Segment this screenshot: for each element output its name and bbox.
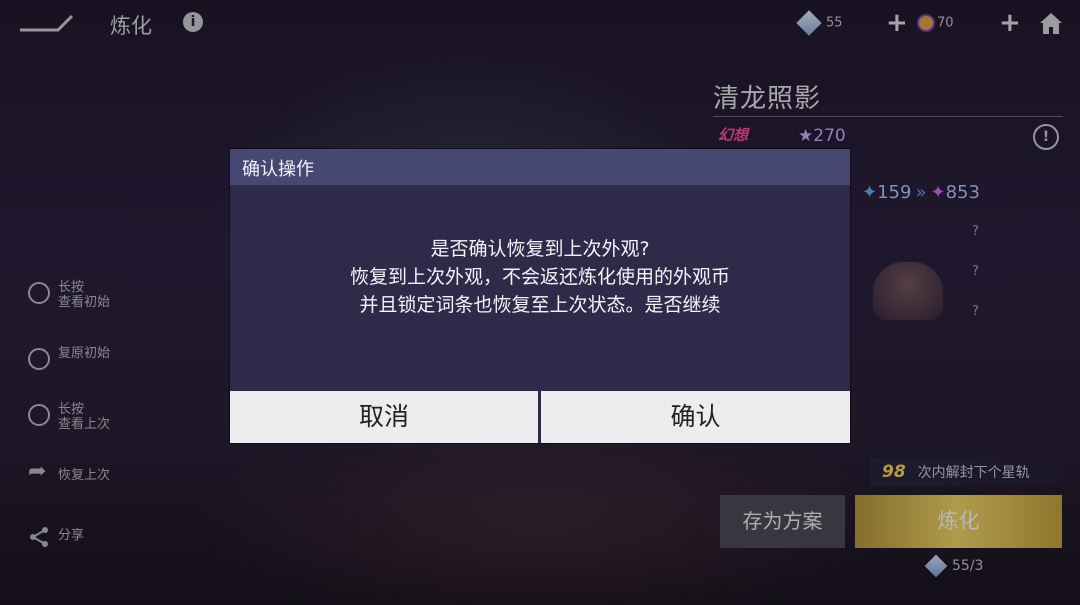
add-currency2-button[interactable]: + [999,8,1021,38]
divider [713,116,1063,117]
confirm-button[interactable]: 确认 [541,391,850,443]
dialog-message: 是否确认恢复到上次外观? 恢复到上次外观，不会返还炼化使用的外观币 并且锁定词条… [230,235,850,319]
star-coin-icon [917,14,935,32]
unknown-mark: ? [972,264,979,279]
item-name: 清龙照影 [713,84,822,114]
refine-button[interactable]: 炼化 [855,495,1062,548]
side-label: 长按 查看初始 [58,280,111,310]
rewind-icon [28,404,50,426]
unlock-progress: 98 次内解封下个星轨 [870,458,1062,486]
message-line: 恢复到上次外观，不会返还炼化使用的外观币 [349,266,730,288]
star-progress: ✦159» ✦853 [862,182,980,203]
unknown-mark: ? [972,224,979,239]
star-icon: ✦ [930,182,946,203]
dialog-title: 确认操作 [242,159,314,180]
feather-icon [924,554,948,578]
cancel-button[interactable]: 取消 [230,391,538,443]
undo-icon: ➦ [28,459,47,484]
back-icon[interactable] [18,12,78,34]
add-currency1-button[interactable]: + [886,8,908,38]
arrow-icon: » [915,182,927,203]
rewind-icon [28,282,50,304]
game-logo: 幻想 [718,126,749,144]
side-label: 分享 [58,528,85,543]
side-label: 复原初始 [58,346,111,361]
feather-icon [796,10,822,36]
save-scheme-button[interactable]: 存为方案 [720,495,845,548]
side-label: 长按 查看上次 [58,402,111,432]
dialog-header: 确认操作 [230,149,850,185]
message-line: 是否确认恢复到上次外观? [430,238,650,260]
restore-icon [28,348,50,370]
unknown-mark: ? [972,304,979,319]
currency-2: 70 [917,14,954,32]
page-title: 炼化 [110,14,152,38]
refine-cost: 55/3 [924,554,983,578]
alert-icon[interactable]: ! [1033,124,1059,150]
star-icon: ✦ [862,182,878,203]
lantern-image [873,262,943,320]
info-icon[interactable]: i [183,12,203,32]
confirm-dialog: 确认操作 是否确认恢复到上次外观? 恢复到上次外观，不会返还炼化使用的外观币 并… [230,149,850,443]
side-label: 恢复上次 [58,468,111,483]
star-rating: ★270 [798,126,846,146]
currency-1: 55 [796,10,843,36]
message-line: 并且锁定词条也恢复至上次状态。是否继续 [359,294,721,316]
home-icon[interactable] [1038,10,1064,36]
share-icon [30,527,48,547]
